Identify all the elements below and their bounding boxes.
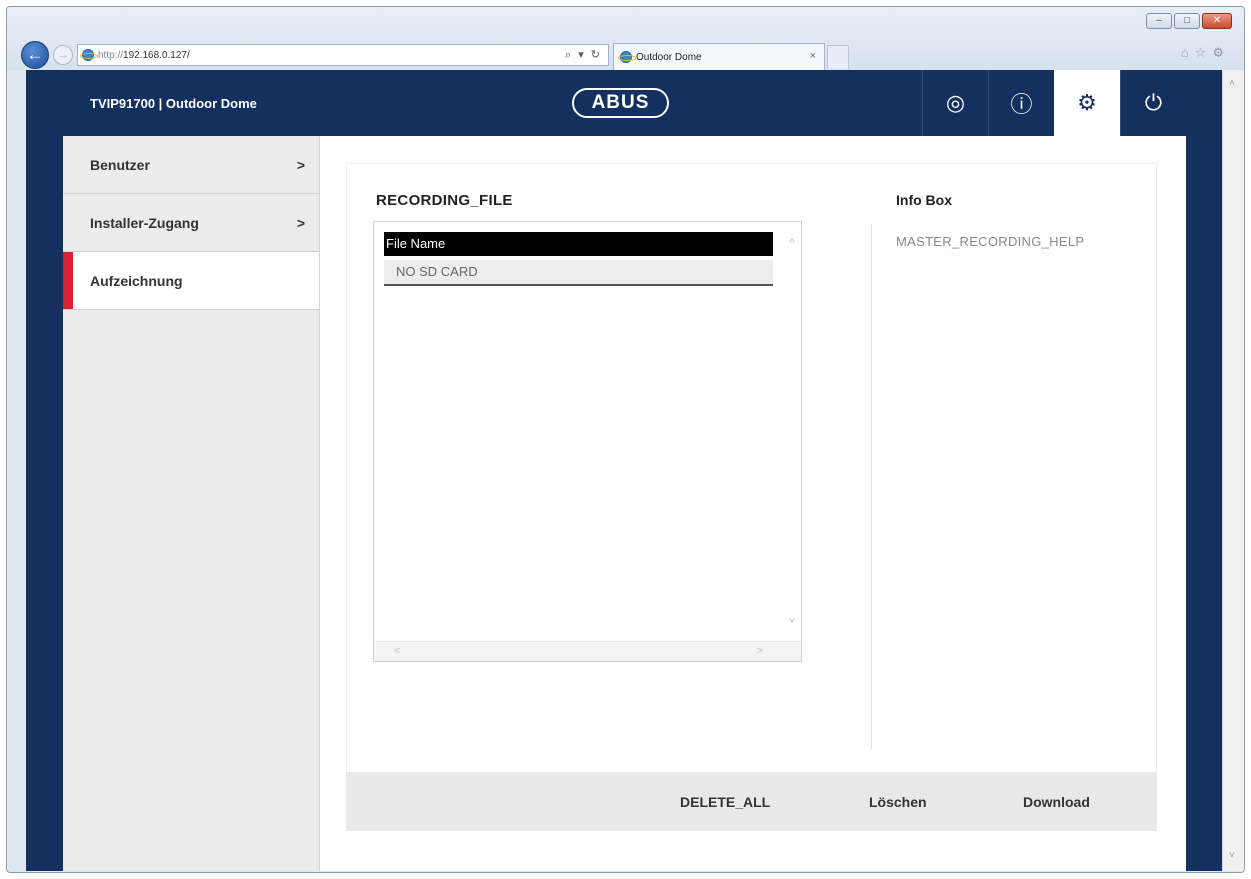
- abus-logo: ABUS: [572, 88, 669, 118]
- recording-panel: RECORDING_FILE File Name NO SD CARD ˄ ˅ …: [346, 163, 1157, 773]
- page-scroll-up-icon[interactable]: ˄: [1229, 78, 1235, 89]
- app-header: TVIP91700 | Outdoor Dome ABUS ◎ ⓘ ⚙ ⏻: [63, 70, 1186, 136]
- browser-chrome: – □ ✕ ← → http:// 192.168.0.127/ ⌕ ▾ ↻ O…: [7, 7, 1244, 70]
- scroll-right-icon[interactable]: >: [757, 645, 763, 657]
- delete-button[interactable]: Löschen: [869, 794, 927, 810]
- table-row[interactable]: NO SD CARD: [384, 260, 773, 286]
- info-divider: [871, 224, 872, 749]
- window-controls: – □ ✕: [1146, 13, 1232, 29]
- address-bar[interactable]: http:// 192.168.0.127/ ⌕ ▾ ↻: [77, 44, 609, 66]
- horizontal-scrollbar[interactable]: < >: [374, 641, 801, 661]
- sidebar-item-label: Aufzeichnung: [90, 272, 183, 289]
- sidebar-item-benutzer[interactable]: Benutzer >: [63, 136, 319, 194]
- scroll-left-icon[interactable]: <: [394, 645, 400, 657]
- new-tab-button[interactable]: [827, 45, 849, 69]
- info-box-title: Info Box: [896, 192, 952, 208]
- page-scroll-down-icon[interactable]: ˅: [1229, 850, 1235, 861]
- info-box-text: MASTER_RECORDING_HELP: [896, 234, 1085, 249]
- power-icon[interactable]: ⏻: [1120, 70, 1186, 136]
- sidebar-item-aufzeichnung[interactable]: Aufzeichnung: [63, 252, 319, 310]
- maximize-button[interactable]: □: [1174, 13, 1200, 29]
- browser-window: – □ ✕ ← → http:// 192.168.0.127/ ⌕ ▾ ↻ O…: [6, 6, 1245, 873]
- scroll-down-icon[interactable]: ˅: [789, 616, 795, 627]
- address-search-refresh-icons[interactable]: ⌕ ▾ ↻: [565, 48, 602, 62]
- forward-button[interactable]: →: [53, 45, 73, 65]
- section-title: RECORDING_FILE: [376, 192, 513, 209]
- device-title: TVIP91700 | Outdoor Dome: [90, 96, 257, 111]
- sidebar-item-label: Benutzer: [90, 156, 150, 173]
- sidebar-item-label: Installer-Zugang: [90, 214, 199, 231]
- header-nav-icons: ◎ ⓘ ⚙ ⏻: [922, 70, 1186, 136]
- scroll-up-icon[interactable]: ˄: [789, 236, 795, 247]
- app-body: Benutzer > Installer-Zugang > Aufzeichnu…: [63, 136, 1186, 871]
- minimize-button[interactable]: –: [1146, 13, 1172, 29]
- page-vertical-scrollbar[interactable]: ˄ ˅: [1222, 70, 1244, 871]
- sidebar-item-installer-zugang[interactable]: Installer-Zugang >: [63, 194, 319, 252]
- back-button[interactable]: ←: [21, 41, 49, 69]
- settings-icon[interactable]: ⚙: [1054, 70, 1120, 136]
- tab-favicon-icon: [618, 51, 636, 63]
- action-bar: DELETE_ALL Löschen Download: [346, 773, 1157, 831]
- chevron-right-icon: >: [296, 215, 305, 231]
- page-viewport: TVIP91700 | Outdoor Dome ABUS ◎ ⓘ ⚙ ⏻ Be…: [26, 70, 1223, 871]
- sidebar: Benutzer > Installer-Zugang > Aufzeichnu…: [63, 136, 320, 871]
- download-button[interactable]: Download: [1023, 794, 1090, 810]
- url-protocol: http://: [98, 49, 124, 61]
- help-icon[interactable]: ⓘ: [988, 70, 1054, 136]
- home-favorites-tools-icons[interactable]: ⌂☆⚙: [1181, 45, 1230, 61]
- live-view-icon[interactable]: ◎: [922, 70, 988, 136]
- url-host: 192.168.0.127/: [123, 49, 190, 61]
- close-window-button[interactable]: ✕: [1202, 13, 1232, 29]
- tab-title: Outdoor Dome: [636, 51, 702, 63]
- ie-page-icon: [80, 49, 98, 61]
- tab-close-icon[interactable]: ×: [810, 50, 816, 62]
- browser-tab-outdoor-dome[interactable]: Outdoor Dome ×: [613, 43, 825, 70]
- chevron-right-icon: >: [296, 157, 305, 173]
- file-name-column-header[interactable]: File Name: [384, 232, 773, 256]
- delete-all-button[interactable]: DELETE_ALL: [680, 794, 770, 810]
- file-list: File Name NO SD CARD ˄ ˅ < >: [373, 221, 802, 662]
